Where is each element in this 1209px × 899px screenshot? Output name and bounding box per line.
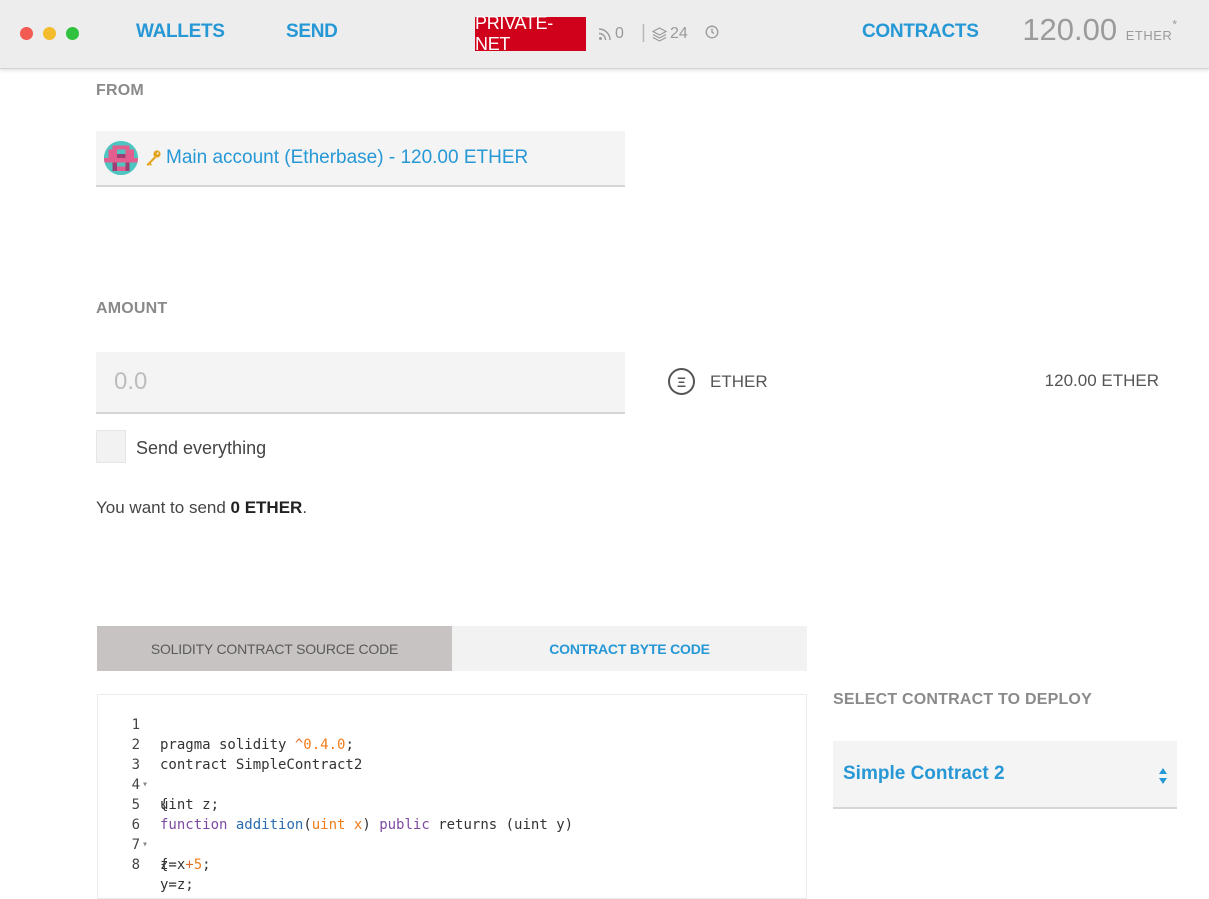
blocks-status: 24 — [652, 25, 688, 43]
layers-icon — [652, 26, 667, 42]
unit-label: ETHER — [710, 371, 768, 391]
send-everything-label[interactable]: Send everything — [136, 438, 266, 459]
summary-amount: 0 ETHER — [230, 498, 303, 517]
code-text: z=x+5; — [160, 857, 211, 873]
code-line: 5 function addition(uint x) public retur… — [98, 775, 806, 833]
code-line: 3 ▾ { — [98, 735, 806, 813]
code-tabs: SOLIDITY CONTRACT SOURCE CODE CONTRACT B… — [97, 626, 807, 671]
code-line: 6 ▾ { — [98, 795, 806, 873]
code-line: 4 uint z; — [98, 755, 806, 813]
code-line: 1 pragma solidity ^0.4.0; — [98, 695, 806, 753]
zoom-window-button[interactable] — [66, 27, 79, 40]
account-avatar — [104, 141, 138, 175]
code-line: 2 contract SimpleContract2 — [98, 715, 806, 773]
status-separator: | — [641, 22, 646, 43]
amount-input[interactable] — [96, 352, 625, 414]
network-badge: PRIVATE-NET — [475, 13, 586, 54]
amount-label: AMOUNT — [96, 300, 168, 317]
nav-wallets[interactable]: WALLETS — [136, 21, 225, 43]
from-account-label: Main account (Etherbase) - 120.00 ETHER — [166, 147, 529, 168]
available-balance: 120.00 ETHER — [1044, 371, 1159, 390]
clock-icon — [705, 25, 719, 39]
select-contract-label: SELECT CONTRACT TO DEPLOY — [833, 691, 1092, 708]
balance-amount: 120.00 — [1022, 12, 1118, 47]
summary-suffix: . — [302, 498, 308, 517]
code-editor[interactable]: 1 pragma solidity ^0.4.0; 2 contract Sim… — [97, 694, 807, 899]
key-icon — [146, 150, 161, 166]
balance-mark: * — [1172, 17, 1177, 32]
peers-icon — [598, 28, 611, 41]
total-balance: 120.00 ETHER* — [1022, 12, 1177, 48]
code-line: 7 z=x+5; — [98, 815, 806, 873]
up-down-arrows-icon — [1159, 768, 1167, 784]
summary-prefix: You want to send — [96, 498, 231, 517]
send-summary: You want to send 0 ETHER. — [96, 498, 307, 518]
nav-contracts[interactable]: CONTRACTS — [862, 21, 979, 43]
code-line: 8 y=z; — [98, 835, 806, 893]
close-window-button[interactable] — [20, 27, 33, 40]
from-account-select[interactable]: Main account (Etherbase) - 120.00 ETHER — [96, 131, 625, 187]
tab-solidity-source[interactable]: SOLIDITY CONTRACT SOURCE CODE — [97, 626, 452, 671]
minimize-window-button[interactable] — [43, 27, 56, 40]
ether-icon: Ξ — [668, 368, 695, 395]
clock-status — [705, 25, 719, 39]
contract-select[interactable]: Simple Contract 2 — [833, 741, 1177, 809]
blocks-count: 24 — [670, 25, 688, 42]
line-number: 8 — [131, 857, 140, 873]
peers-count: 0 — [615, 25, 624, 42]
from-label: FROM — [96, 82, 144, 99]
unit-selector[interactable]: Ξ ETHER — [668, 368, 768, 395]
nav-send[interactable]: SEND — [286, 21, 338, 43]
peers-status: 0 — [598, 25, 624, 43]
code-text: y=z; — [160, 877, 194, 893]
send-everything-checkbox[interactable] — [96, 430, 126, 463]
tab-byte-code[interactable]: CONTRACT BYTE CODE — [452, 626, 807, 671]
balance-unit: ETHER — [1125, 28, 1173, 43]
contract-select-value: Simple Contract 2 — [843, 763, 1005, 784]
top-bar: WALLETS SEND PRIVATE-NET 0 | 24 CONTRACT… — [0, 0, 1209, 69]
